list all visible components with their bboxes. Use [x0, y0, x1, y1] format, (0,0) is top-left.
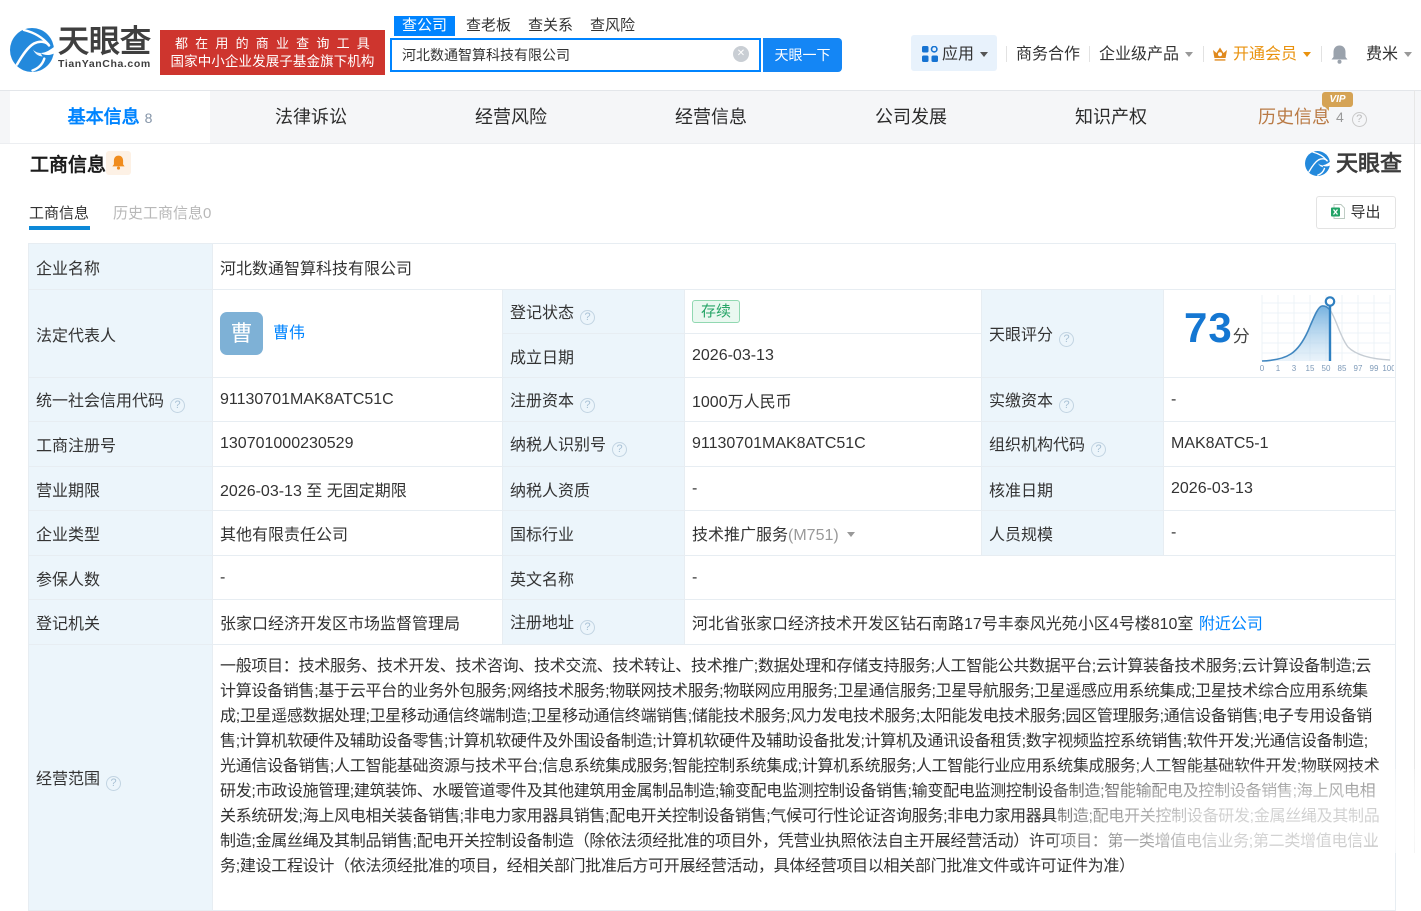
- svg-text:99: 99: [1370, 364, 1379, 373]
- svg-text:0: 0: [1260, 364, 1265, 373]
- svg-text:3: 3: [1292, 364, 1297, 373]
- svg-text:100: 100: [1382, 364, 1394, 373]
- svg-text:15: 15: [1306, 364, 1315, 373]
- svg-text:50: 50: [1322, 364, 1331, 373]
- svg-text:85: 85: [1338, 364, 1347, 373]
- svg-text:1: 1: [1276, 364, 1281, 373]
- svg-text:97: 97: [1354, 364, 1363, 373]
